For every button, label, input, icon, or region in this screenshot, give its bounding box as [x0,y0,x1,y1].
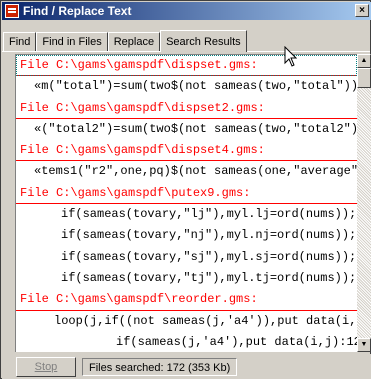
tab-find-in-files[interactable]: Find in Files [36,32,108,51]
vertical-scrollbar[interactable]: ▲ ▼ [357,54,371,352]
result-match-line[interactable]: loop(j,if((not sameas(j,'a4')),put data(… [16,311,357,332]
close-button[interactable]: × [355,4,369,17]
result-match-line[interactable]: if(sameas(j,'a4'),put data(i,j):12:4,' [16,332,357,352]
files-searched-status: Files searched: 172 (353 Kb) [82,357,238,376]
tab-search-results[interactable]: Search Results [160,30,247,52]
scroll-up-arrow-icon[interactable]: ▲ [357,54,371,68]
result-file-header[interactable]: File C:\gams\gamspdf\reorder.gms: [16,289,357,311]
tab-strip: Find Find in Files Replace Search Result… [3,29,247,52]
result-match-line[interactable]: if(sameas(tovary,"tj"),myl.tj=ord(nums))… [16,268,357,289]
result-match-line[interactable]: if(sameas(tovary,"lj"),myl.lj=ord(nums))… [16,204,357,225]
result-match-line[interactable]: «tems1("r2",one,pq)$(not sameas(one,"ave… [16,161,357,182]
tab-find[interactable]: Find [3,32,37,51]
window-title: Find / Replace Text [23,4,132,18]
title-bar[interactable]: Find / Replace Text × [2,2,371,20]
search-results-list[interactable]: File C:\gams\gamspdf\dispset.gms: «m("to… [15,54,357,352]
result-file-header[interactable]: File C:\gams\gamspdf\putex9.gms: [16,183,357,205]
result-file-header[interactable]: File C:\gams\gamspdf\dispset2.gms: [16,98,357,119]
app-icon [5,4,19,18]
result-file-header[interactable]: File C:\gams\gamspdf\dispset.gms: [16,55,357,77]
result-match-line[interactable]: if(sameas(tovary,"nj"),myl.nj=ord(nums))… [16,225,357,246]
result-match-line[interactable]: «m("total")=sum(two$(not sameas(two,"tot… [16,76,357,97]
result-match-line[interactable]: if(sameas(tovary,"sj"),myl.sj=ord(nums))… [16,247,357,268]
status-bar: Stop Files searched: 172 (353 Kb) [2,354,371,379]
scroll-thumb[interactable] [357,68,371,88]
scroll-down-arrow-icon[interactable]: ▼ [357,338,371,352]
result-match-line[interactable]: «("total2")=sum(two$(not sameas(two,"tot… [16,119,357,140]
result-file-header[interactable]: File C:\gams\gamspdf\dispset4.gms: [16,140,357,162]
mouse-pointer-icon [284,46,298,67]
find-replace-window: Find / Replace Text × Find Find in Files… [0,0,371,379]
stop-button[interactable]: Stop [16,356,76,377]
tab-replace[interactable]: Replace [107,32,161,51]
